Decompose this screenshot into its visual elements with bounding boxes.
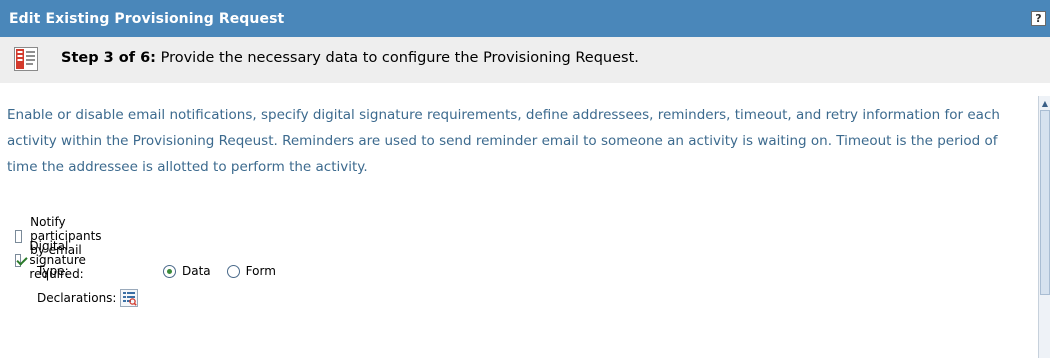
declarations-icon[interactable]	[120, 289, 139, 307]
step-label: Step 3 of 6:	[61, 50, 156, 66]
type-row: Type: Data Form	[37, 264, 276, 278]
title-bar: Edit Existing Provisioning Request ?	[0, 0, 1050, 37]
page-title: Edit Existing Provisioning Request	[9, 10, 285, 27]
step-bar: Step 3 of 6: Provide the necessary data …	[0, 37, 1050, 83]
scroll-thumb[interactable]	[1040, 110, 1050, 295]
declarations-row: Declarations:	[37, 289, 139, 307]
step-description: Provide the necessary data to configure …	[160, 50, 639, 66]
type-label: Type:	[37, 264, 69, 278]
type-form-label: Form	[245, 264, 276, 278]
step-instruction: Step 3 of 6: Provide the necessary data …	[61, 50, 639, 66]
signature-checkbox[interactable]	[15, 253, 22, 267]
type-data-radio[interactable]	[163, 264, 176, 278]
vertical-scrollbar[interactable]: ▲	[1038, 96, 1050, 358]
declarations-label: Declarations:	[37, 291, 117, 305]
help-button[interactable]: ?	[1031, 11, 1046, 26]
type-form-radio[interactable]	[226, 264, 240, 278]
form-steps-icon	[14, 47, 38, 71]
type-data-label: Data	[182, 264, 211, 278]
scroll-up-icon[interactable]: ▲	[1040, 99, 1050, 109]
description-text: Enable or disable email notifications, s…	[7, 107, 1000, 175]
